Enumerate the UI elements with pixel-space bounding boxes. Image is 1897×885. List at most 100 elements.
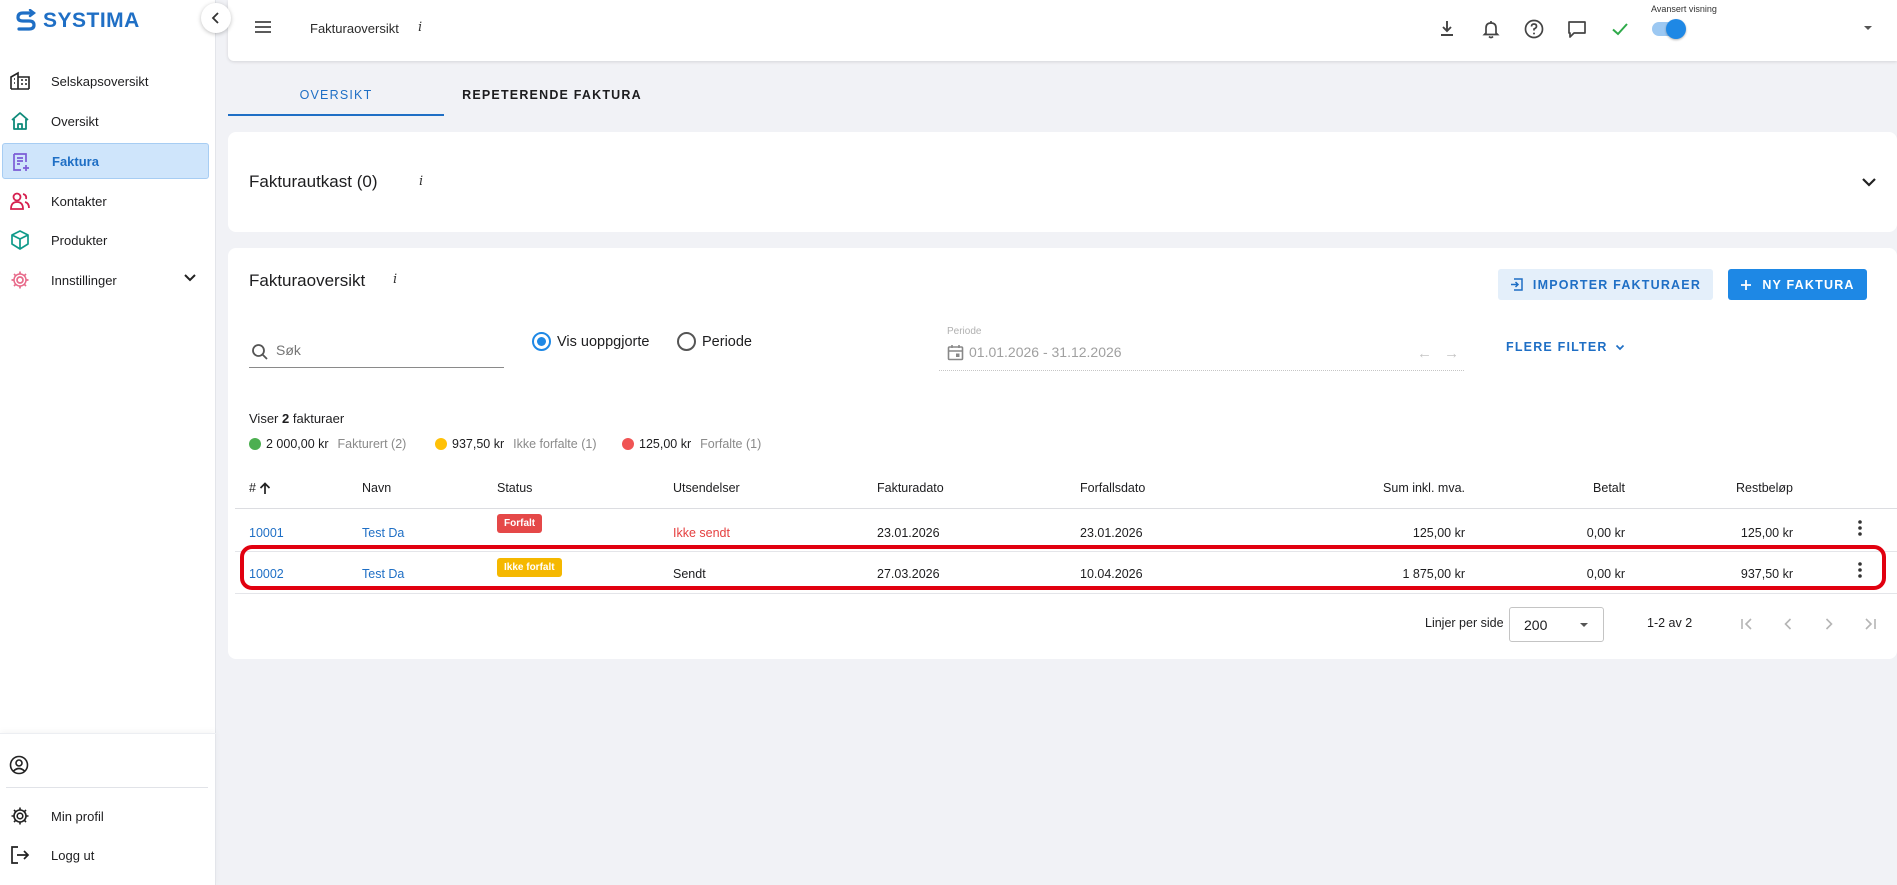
new-invoice-label: NY FAKTURA [1762, 277, 1855, 292]
tab-repeterende-faktura[interactable]: REPETERENDE FAKTURA [444, 88, 660, 124]
status-badge: Forfalt [497, 514, 543, 533]
radio-periode[interactable]: Periode [677, 332, 752, 351]
period-nav-arrows[interactable]: ← → [1417, 345, 1463, 362]
summary-amount: 937,50 kr [452, 437, 505, 451]
import-invoices-button[interactable]: IMPORTER FAKTURAER [1498, 269, 1713, 300]
sent-status: Sendt [673, 567, 706, 581]
column-header-status[interactable]: Status [497, 481, 532, 495]
status-badge: Ikke forfalt [497, 558, 562, 577]
gear-icon [11, 807, 29, 825]
rows-per-page-label: Linjer per side [1425, 616, 1504, 630]
sidebar-item-label: Produkter [51, 232, 108, 248]
drafts-info-icon[interactable]: i [419, 174, 423, 189]
column-header-restbelop[interactable]: Restbeløp [1678, 481, 1793, 495]
summary-fakturert[interactable]: 2 000,00 kr Fakturert (2) [249, 437, 406, 451]
pagination-range: 1-2 av 2 [1647, 616, 1693, 630]
radio-vis-uoppgjorte[interactable]: Vis uoppgjorte [532, 332, 649, 351]
advanced-view-toggle[interactable] [1652, 19, 1686, 39]
column-header-betalt[interactable]: Betalt [1528, 481, 1625, 495]
more-filters-label: FLERE FILTER [1506, 340, 1608, 354]
more-filters-button[interactable]: FLERE FILTER [1506, 340, 1625, 354]
chat-icon[interactable] [1566, 18, 1588, 40]
paid-amount: 0,00 kr [1586, 567, 1625, 581]
more-options-icon[interactable] [1850, 518, 1870, 538]
sidebar-item-kontakter[interactable]: Kontakter [0, 183, 209, 219]
import-invoices-label: IMPORTER FAKTURAER [1532, 277, 1702, 292]
sidebar-item-faktura[interactable]: Faktura [2, 143, 209, 179]
first-page-icon[interactable] [1737, 614, 1757, 634]
radio-label: Periode [702, 333, 752, 350]
tab-oversikt[interactable]: OVERSIKT [228, 88, 444, 124]
sidebar-item-label: Faktura [52, 153, 99, 169]
collapse-sidebar-button[interactable] [201, 3, 231, 33]
column-header-utsendelser[interactable]: Utsendelser [673, 481, 740, 495]
column-header-navn[interactable]: Navn [362, 481, 391, 495]
column-header-forfallsdato[interactable]: Forfallsdato [1080, 481, 1145, 495]
summary-forfalte[interactable]: 125,00 kr Forfalte (1) [622, 437, 761, 451]
sidebar-item-selskapsoversikt[interactable]: Selskapsoversikt [0, 63, 209, 99]
help-icon[interactable] [1523, 18, 1545, 40]
divider [6, 787, 208, 788]
sidebar: SYSTIMA Selskapsoversikt Oversikt Faktur… [0, 0, 216, 885]
yellow-status-dot [435, 438, 447, 450]
red-status-dot [622, 438, 634, 450]
previous-page-icon[interactable] [1778, 614, 1798, 634]
paid-amount: 0,00 kr [1586, 526, 1625, 540]
checkmark-icon[interactable] [1609, 18, 1631, 40]
import-icon [1510, 278, 1523, 291]
result-count-prefix: Viser [249, 411, 279, 426]
advanced-view-label: Avansert visning [1651, 4, 1717, 14]
expand-chevron-icon[interactable] [1861, 177, 1877, 188]
title-info-icon[interactable]: i [418, 20, 422, 35]
remaining-amount: 125,00 kr [1740, 526, 1793, 540]
calendar-icon [947, 345, 964, 361]
column-header-number[interactable]: # [249, 481, 271, 495]
row-divider [235, 551, 1897, 552]
rows-per-page-select[interactable]: 200 [1509, 607, 1604, 642]
customer-name-link[interactable]: Test Da [362, 526, 404, 540]
sent-status: Ikke sendt [673, 526, 730, 540]
page-title: Fakturaoversikt [310, 21, 399, 36]
summary-ikke-forfalte[interactable]: 937,50 kr Ikke forfalte (1) [435, 437, 597, 451]
last-page-icon[interactable] [1860, 614, 1880, 634]
sidebar-item-oversikt[interactable]: Oversikt [0, 103, 209, 139]
summary-label: Fakturert (2) [337, 437, 407, 451]
sidebar-item-min-profil[interactable]: Min profil [0, 798, 209, 834]
invoice-date: 23.01.2026 [877, 526, 940, 540]
search-field[interactable] [249, 332, 504, 368]
search-input[interactable] [276, 342, 496, 358]
sidebar-item-produkter[interactable]: Produkter [0, 222, 209, 258]
radio-label: Vis uoppgjorte [557, 333, 650, 350]
logo-text: SYSTIMA [43, 9, 140, 32]
period-picker[interactable]: Periode 01.01.2026 - 31.12.2026 ← → [939, 326, 1464, 371]
sidebar-item-label: Selskapsoversikt [51, 73, 149, 89]
new-invoice-button[interactable]: NY FAKTURA [1728, 269, 1867, 300]
customer-name-link[interactable]: Test Da [362, 567, 404, 581]
result-count: Viser 2 fakturaer [249, 411, 344, 426]
chevron-down-icon[interactable] [183, 273, 197, 283]
invoice-number-link[interactable]: 10002 [249, 567, 284, 581]
column-header-fakturadato[interactable]: Fakturadato [877, 481, 944, 495]
sidebar-item-innstillinger[interactable]: Innstillinger [0, 262, 209, 298]
systima-logo[interactable]: SYSTIMA [15, 9, 140, 33]
column-header-sum[interactable]: Sum inkl. mva. [1278, 481, 1465, 495]
more-options-icon[interactable] [1850, 560, 1870, 580]
bell-icon[interactable] [1480, 18, 1502, 40]
active-tab-indicator [228, 114, 444, 116]
systima-logo-icon [16, 9, 36, 31]
drafts-title[interactable]: Fakturautkast (0) [249, 172, 378, 192]
topbar: Fakturaoversikt i Avansert visning [228, 0, 1897, 61]
sidebar-item-logg-ut[interactable]: Logg ut [0, 837, 209, 873]
caret-down-icon[interactable] [1862, 24, 1874, 32]
sidebar-bottom: Min profil Logg ut [0, 733, 216, 885]
next-page-icon[interactable] [1819, 614, 1839, 634]
invoice-number-link[interactable]: 10001 [249, 526, 284, 540]
menu-icon[interactable] [253, 19, 273, 35]
radio-indicator [677, 332, 696, 351]
download-icon[interactable] [1436, 18, 1458, 40]
sidebar-item-label: Kontakter [51, 193, 107, 209]
drafts-card: Fakturautkast (0) i [228, 132, 1897, 232]
overview-info-icon[interactable]: i [393, 272, 397, 287]
user-avatar-icon[interactable] [9, 755, 29, 775]
logout-icon [11, 846, 30, 864]
